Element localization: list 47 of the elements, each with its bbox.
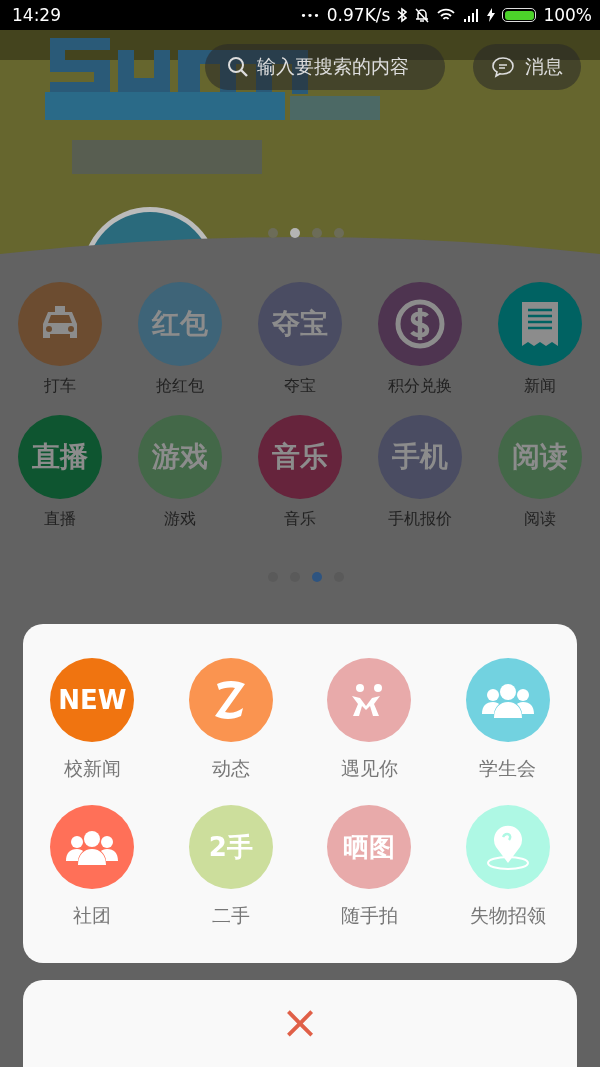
close-button[interactable]: × [280,1002,320,1042]
service-label: 手机报价 [388,509,452,530]
service-icon[interactable]: 手机 [378,415,462,499]
search-field[interactable]: 输入要搜索的内容 [205,44,445,90]
app-label: 社团 [73,903,112,928]
service-icon[interactable]: 直播 [18,415,102,499]
service-label: 直播 [44,509,76,530]
group-icon [479,682,536,718]
app-label: 遇见你 [340,756,398,781]
more-dots: ••• [300,8,320,22]
charging-icon [487,8,496,22]
service-label: 新闻 [524,376,556,397]
service-label: 游戏 [164,509,196,530]
app-label: 动态 [211,756,250,781]
service-label: 抢红包 [156,376,204,397]
battery-percent: 100% [543,5,592,25]
service-icon[interactable]: 游戏 [138,415,222,499]
service-icon[interactable]: 红包 [138,282,222,366]
battery-icon [502,8,537,22]
service-icon[interactable]: 夺宝 [258,282,342,366]
service-icon[interactable]: 阅读 [498,415,582,499]
app-icon[interactable]: NEW [50,658,135,742]
network-speed: 0.97K/s [326,5,391,25]
group-icon [64,829,121,865]
muted-bell-icon [414,7,431,23]
service-label: 阅读 [524,509,556,530]
app-icon[interactable]: 2手 [188,805,273,889]
app-icon[interactable]: 晒图 [327,805,412,889]
chat-bubble-icon [491,56,515,78]
service-label: 音乐 [284,509,316,530]
search-icon [227,56,249,78]
newspaper-icon [520,300,560,348]
app-label: 随手拍 [340,903,398,928]
signal-icon [462,8,481,22]
app-label: 二手 [211,903,250,928]
app-label: 失物招领 [469,903,546,928]
wifi-icon [437,8,456,22]
app-label: 校新闻 [63,756,121,781]
bluetooth-icon [397,7,408,23]
app-label: 学生会 [479,756,537,781]
service-label: 积分兑换 [388,376,452,397]
service-label: 打车 [44,376,76,397]
message-button[interactable]: 消息 [473,44,581,90]
dollar-coin-icon [394,298,446,350]
clock-time: 14:29 [12,5,61,25]
service-icon[interactable]: 音乐 [258,415,342,499]
service-label: 夺宝 [284,376,316,397]
